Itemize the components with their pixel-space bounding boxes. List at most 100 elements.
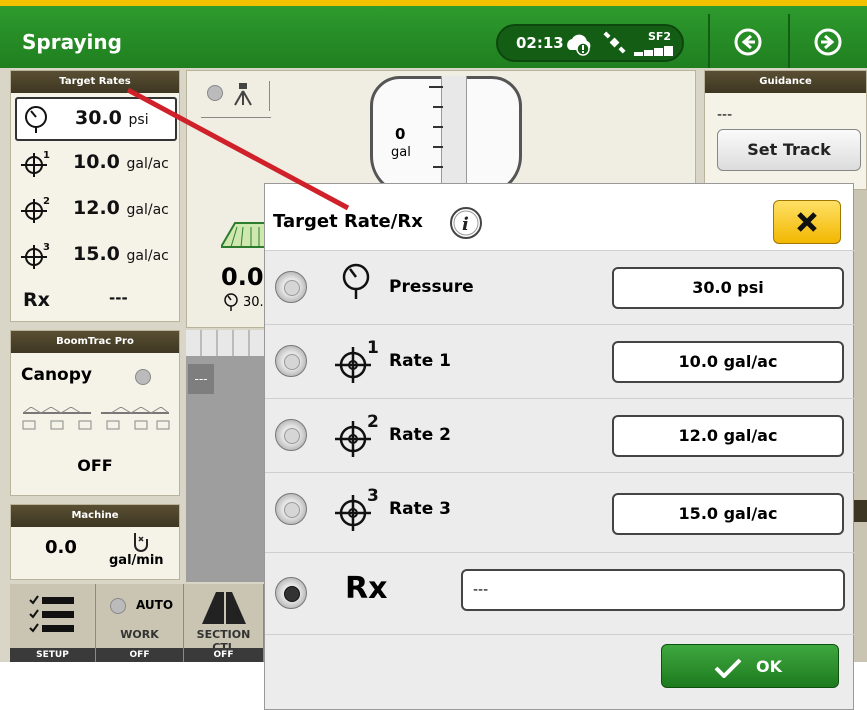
target-1-icon: 1 [335,338,379,383]
set-track-button[interactable]: Set Track [717,129,861,171]
machine-unit: gal/min [109,553,164,568]
boomtrac-panel[interactable]: BoomTrac Pro Canopy OFF [10,330,180,496]
dialog-title: Target Rate/Rx [273,211,423,232]
rx-input[interactable]: --- [461,569,845,611]
tank-level-bar [441,76,467,196]
work-auto-label: AUTO [136,598,174,612]
machine-panel[interactable]: Machine 0.0 gal/min [10,504,180,580]
checkmark-icon [714,658,742,678]
pressure-value: 30.0 [75,107,122,129]
rate-display: 0.0 [221,263,264,291]
rx-label: Rx [345,571,388,606]
back-button[interactable] [708,14,786,68]
work-button[interactable]: AUTO WORK OFF [96,584,184,662]
boomtrac-mode: Canopy [21,365,92,385]
rate-1-input[interactable]: 10.0 gal/ac [612,341,844,383]
rate-2-radio[interactable] [275,419,307,451]
rate-2-index: 2 [367,412,379,432]
signal-bars-icon [634,46,673,56]
tank-unit: gal [391,145,411,160]
rate-1-index: 1 [367,338,379,358]
rate-2-input[interactable]: 12.0 gal/ac [612,415,844,457]
target-3-icon: 3 [21,242,50,269]
rate-1-value: 10.0 [73,151,120,173]
work-indicator [110,598,126,614]
flow-icon [134,533,148,552]
dialog-row-rate-1[interactable]: 1 Rate 1 10.0 gal/ac [265,324,855,398]
section-bar [186,330,266,356]
pressure-gauge-icon [224,293,238,311]
pressure-gauge-icon [25,106,47,133]
target-rate-pressure[interactable]: 30.0 psi [15,97,177,141]
forward-button[interactable] [788,14,866,68]
clock: 02:13 [516,34,564,52]
guidance-panel[interactable]: Guidance --- Set Track [704,70,867,190]
pressure-display: 30. [243,295,264,310]
field-map[interactable]: --- [186,330,266,582]
pressure-unit: psi [128,112,149,128]
target-rates-panel[interactable]: Target Rates 30.0 psi 1 10.0 gal/ac 2 12… [10,70,180,322]
rate-3-value: 15.0 [73,243,120,265]
rate-2-unit: gal/ac [126,202,169,218]
tank-gauge: 0 gal [370,76,522,196]
rate-3-label: Rate 3 [389,499,451,519]
boomtrac-state: OFF [77,456,113,475]
cloud-warning-icon [567,34,591,56]
tank-value: 0 [395,125,406,143]
divider [201,117,271,118]
boom-nozzles-icon [22,407,170,430]
close-icon [797,212,817,232]
dialog-row-pressure[interactable]: Pressure 30.0 psi [265,250,855,324]
section-control-button[interactable]: SECTION CTL OFF [184,584,264,662]
work-status: OFF [96,648,183,662]
target-rate-rx[interactable]: Rx --- [15,279,173,319]
footer-divider [265,634,855,635]
section-control-icon [202,592,246,624]
target-rate-3[interactable]: 3 15.0 gal/ac [15,235,173,275]
satellite-icon [603,31,626,54]
dialog-header: Target Rate/Rx i [265,184,853,250]
rate-3-unit: gal/ac [126,248,169,264]
target-rate-dialog[interactable]: Target Rate/Rx i Pressure 30.0 psi 1 Rat… [264,183,855,710]
guidance-title: Guidance [705,71,866,93]
pressure-input[interactable]: 30.0 psi [612,267,844,309]
dialog-row-rate-3[interactable]: 3 Rate 3 15.0 gal/ac [265,472,855,552]
arrow-left-circle-icon [734,28,762,56]
target-1-icon: 1 [21,150,50,177]
pressure-label: Pressure [389,277,474,297]
rx-radio[interactable] [275,577,307,609]
close-button[interactable] [773,200,841,244]
ok-button[interactable]: OK [661,644,839,688]
rate-1-unit: gal/ac [126,156,169,172]
sprayer-indicator [207,85,223,101]
rate-3-radio[interactable] [275,493,307,525]
machine-value: 0.0 [45,537,77,558]
pressure-gauge-icon [342,263,370,299]
setup-label: SETUP [10,648,95,662]
field-text: --- [188,364,214,394]
rate-1-radio[interactable] [275,345,307,377]
info-icon[interactable]: i [449,206,483,240]
rate-2-value: 12.0 [73,197,120,219]
target-rates-title: Target Rates [11,71,179,93]
dialog-row-rate-2[interactable]: 2 Rate 2 12.0 gal/ac [265,398,855,472]
rate-3-input[interactable]: 15.0 gal/ac [612,493,844,535]
rate-1-label: Rate 1 [389,351,451,371]
setup-button[interactable]: SETUP [10,584,96,662]
target-1-index: 1 [43,150,50,161]
divider [269,81,270,111]
target-rate-2[interactable]: 2 12.0 gal/ac [15,189,173,229]
boomtrac-title: BoomTrac Pro [11,331,179,353]
dialog-row-rx[interactable]: Rx --- [265,552,855,634]
work-label: WORK [120,628,159,641]
sf-label: SF2 [648,30,672,43]
rx-label: Rx [23,289,50,311]
pressure-radio[interactable] [275,271,307,303]
svg-text:i: i [462,214,469,235]
boomtrac-indicator [135,369,151,385]
status-pill[interactable]: 02:13 SF2 [496,24,684,62]
target-3-icon: 3 [335,486,379,531]
page-title: Spraying [22,30,122,54]
target-rate-1[interactable]: 1 10.0 gal/ac [15,143,173,183]
boom-icon [221,222,267,248]
